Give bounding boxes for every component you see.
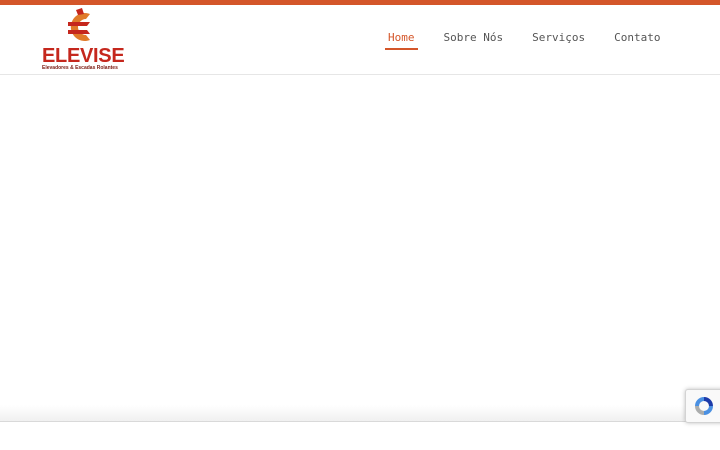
logo-tagline: Elevadores & Escadas Rolantes [42, 65, 118, 71]
recaptcha-badge[interactable] [685, 389, 720, 423]
hero-section [0, 75, 720, 422]
hero-divider [0, 421, 720, 422]
hero-bottom-shadow [0, 405, 720, 422]
nav-item-servicos[interactable]: Serviços [529, 31, 588, 48]
logo-wordmark: ELEVISE [42, 45, 125, 67]
nav-item-sobre-nos[interactable]: Sobre Nós [441, 31, 507, 48]
recaptcha-icon [695, 397, 713, 415]
logo[interactable]: ELEVISE Elevadores & Escadas Rolantes [40, 8, 125, 74]
nav-item-contato[interactable]: Contato [611, 31, 663, 48]
nav-item-home[interactable]: Home [385, 31, 418, 50]
main-nav: Home Sobre Nós Serviços Contato [385, 31, 686, 51]
site-header: ELEVISE Elevadores & Escadas Rolantes Ho… [0, 5, 720, 75]
logo-emblem-icon [68, 8, 90, 41]
